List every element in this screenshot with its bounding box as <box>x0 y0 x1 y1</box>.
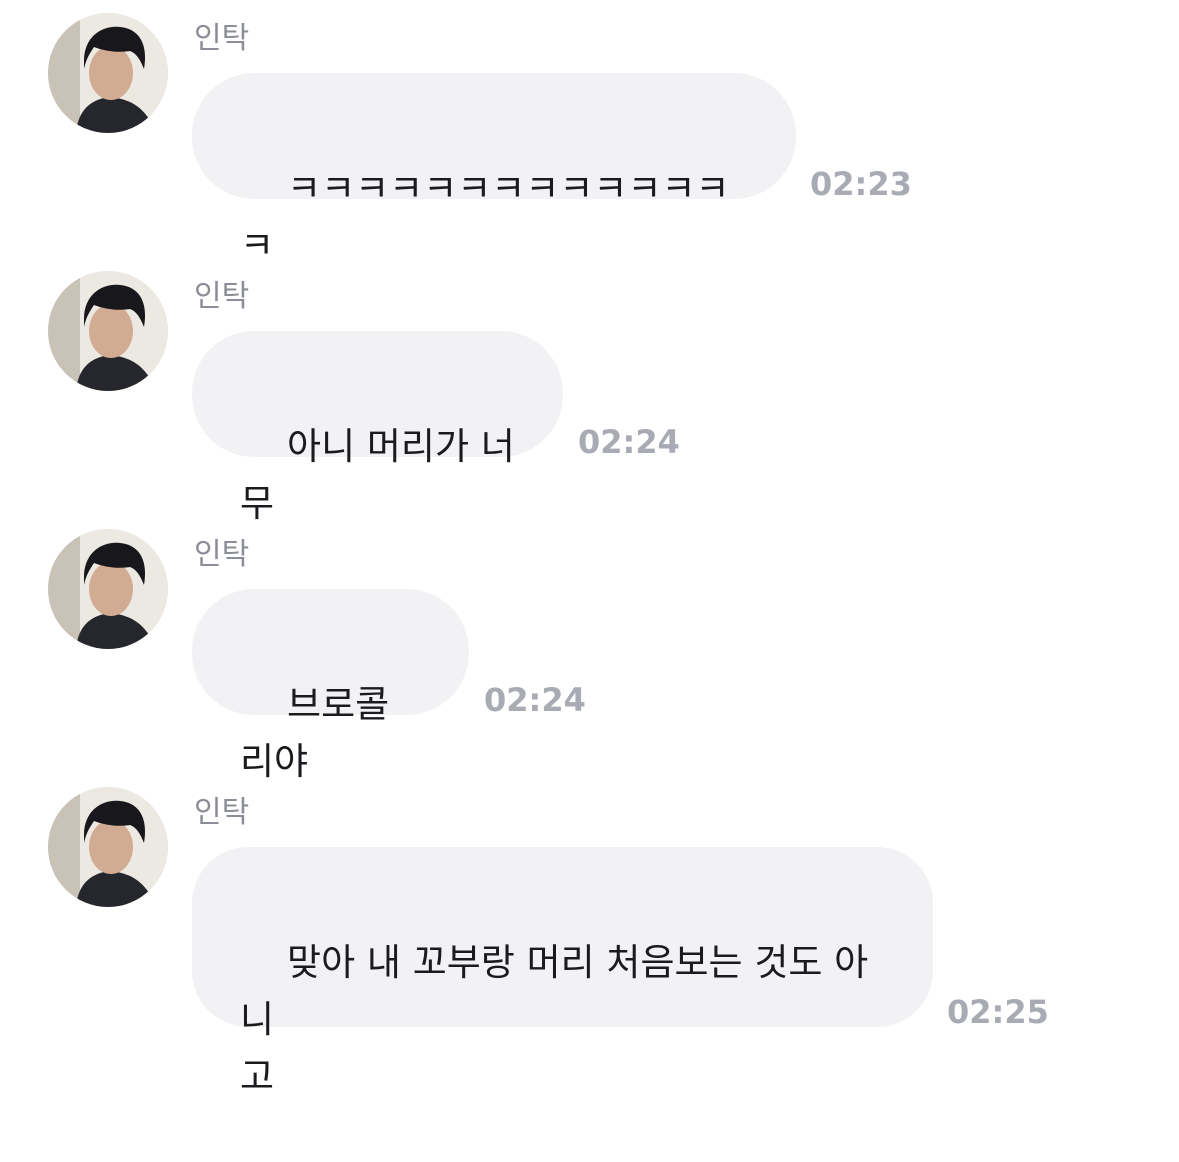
message-bubble[interactable]: ㅋㅋㅋㅋㅋㅋㅋㅋㅋㅋㅋㅋㅋㅋ <box>192 73 796 267</box>
sender-name: 인탁 <box>194 795 250 830</box>
profile-photo-icon <box>48 13 168 133</box>
sender-name: 인탁 <box>194 537 250 572</box>
message-text: 아니 머리가 너무 <box>240 425 515 525</box>
chat-message: 인탁 브로콜리야 02:24 <box>0 516 1179 783</box>
profile-photo-icon <box>48 271 168 391</box>
message-bubble[interactable]: 브로콜리야 <box>192 589 469 783</box>
sender-avatar[interactable] <box>48 787 168 907</box>
message-text: 브로콜리야 <box>240 683 390 783</box>
message-timestamp: 02:25 <box>947 993 1049 1031</box>
message-timestamp: 02:24 <box>484 681 586 719</box>
message-text: 맞아 내 꼬부랑 머리 처음보는 것도 아니 고 <box>240 941 869 1098</box>
message-timestamp: 02:24 <box>578 423 680 461</box>
chat-message: 인탁 ㅋㅋㅋㅋㅋㅋㅋㅋㅋㅋㅋㅋㅋㅋ 02:23 <box>0 0 1179 267</box>
message-timestamp: 02:23 <box>810 165 912 203</box>
message-bubble[interactable]: 맞아 내 꼬부랑 머리 처음보는 것도 아니 고 <box>192 847 933 1098</box>
chat-message: 인탁 아니 머리가 너무 02:24 <box>0 258 1179 525</box>
sender-avatar[interactable] <box>48 529 168 649</box>
sender-name: 인탁 <box>194 21 250 56</box>
sender-avatar[interactable] <box>48 13 168 133</box>
message-bubble[interactable]: 아니 머리가 너무 <box>192 331 563 525</box>
chat-message: 인탁 맞아 내 꼬부랑 머리 처음보는 것도 아니 고 02:25 <box>0 774 1179 1098</box>
profile-photo-icon <box>48 787 168 907</box>
sender-name: 인탁 <box>194 279 250 314</box>
sender-avatar[interactable] <box>48 271 168 391</box>
message-text: ㅋㅋㅋㅋㅋㅋㅋㅋㅋㅋㅋㅋㅋㅋ <box>240 167 730 267</box>
profile-photo-icon <box>48 529 168 649</box>
